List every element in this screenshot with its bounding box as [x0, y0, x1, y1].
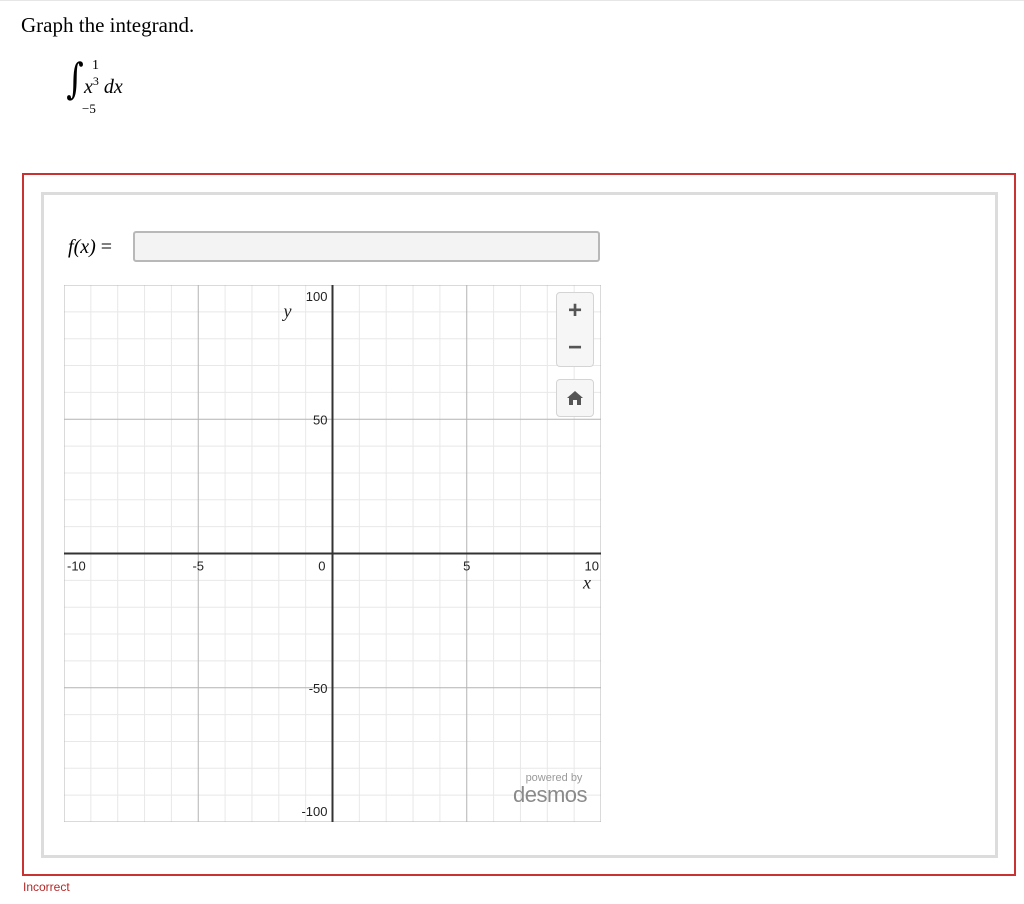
desmos-logo[interactable]: desmos — [504, 782, 596, 808]
x-tick-label: 0 — [318, 559, 325, 574]
function-equals: = — [100, 236, 113, 258]
top-divider — [0, 0, 1024, 1]
integrand-exponent: 3 — [92, 74, 99, 88]
y-tick-label: 50 — [313, 412, 327, 427]
home-button[interactable] — [556, 379, 594, 417]
function-input[interactable] — [133, 231, 600, 262]
integral-lower-limit: −5 — [82, 101, 96, 116]
y-tick-label: 100 — [306, 289, 328, 304]
zoom-out-button[interactable]: − — [556, 329, 594, 367]
function-label: f(x) = — [68, 236, 112, 259]
integral-sign: ∫ — [66, 54, 84, 103]
function-argument: (x) — [73, 236, 96, 258]
status-incorrect: Incorrect — [23, 880, 70, 894]
question-prompt: Graph the integrand. — [21, 13, 195, 37]
y-tick-label: -50 — [309, 681, 328, 696]
x-tick-label: 10 — [585, 559, 599, 574]
y-tick-label: -100 — [301, 804, 327, 819]
graph-area[interactable]: -10 -5 0 5 10 100 50 -50 -100 x y — [64, 285, 601, 822]
integral-expression: ∫ 1 −5 x3 dx — [60, 56, 210, 126]
x-tick-label: -10 — [67, 559, 86, 574]
graph-canvas[interactable]: -10 -5 0 5 1010050-50-100xy — [64, 285, 601, 822]
home-icon — [567, 391, 583, 405]
x-tick-label: 5 — [463, 559, 470, 574]
integrand: x3 dx — [84, 74, 123, 99]
y-axis-label: y — [282, 301, 292, 321]
x-tick-label: -5 — [192, 559, 204, 574]
x-axis-label: x — [582, 573, 591, 593]
integral-upper-limit: 1 — [92, 58, 99, 73]
zoom-in-button[interactable]: + — [556, 292, 594, 330]
integral-differential: dx — [103, 76, 123, 98]
integrand-variable: x — [84, 76, 93, 98]
